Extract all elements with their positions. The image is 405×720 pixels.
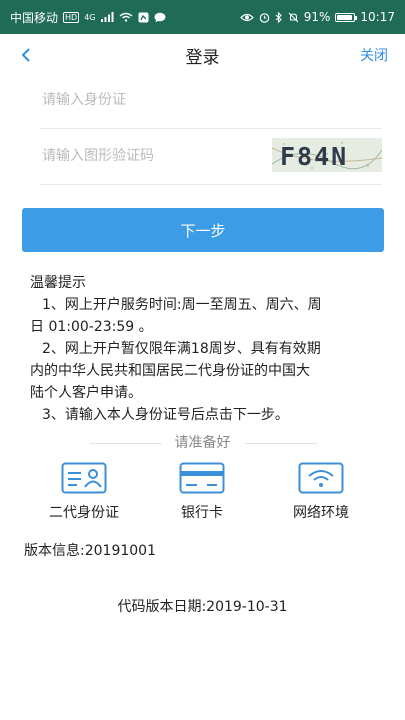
network-type: 4G: [84, 12, 96, 22]
bluetooth-icon: [275, 11, 283, 23]
tip-line: 1、网上开户服务时间:周一至周五、周六、周: [42, 297, 322, 313]
bank-card-icon: [179, 462, 225, 494]
id-number-field: [40, 72, 382, 129]
id-number-input[interactable]: [40, 91, 254, 109]
prepare-item-label: 网络环境: [293, 505, 349, 521]
status-bar: 中国移动 HD 4G 91% 10:17: [0, 0, 405, 34]
alarm-icon: [259, 12, 270, 23]
tip-line: 内的中华人民共和国居民二代身份证的中国大: [30, 363, 310, 379]
captcha-image[interactable]: F84N: [272, 138, 382, 172]
mute-bell-icon: [288, 12, 299, 23]
next-step-button[interactable]: 下一步: [22, 208, 384, 252]
prepare-item-bank-card: 银行卡: [152, 462, 252, 522]
prepare-header: 请准备好: [0, 432, 405, 454]
carrier-label: 中国移动: [10, 10, 59, 25]
prepare-item-id-card: 二代身份证: [34, 462, 134, 522]
prepare-item-label: 银行卡: [181, 505, 223, 521]
wifi-status-icon: [119, 12, 133, 22]
wifi-icon: [298, 462, 344, 494]
chevron-left-icon[interactable]: [14, 43, 38, 67]
prepare-item-network: 网络环境: [271, 462, 371, 522]
signal-icon: [100, 12, 114, 22]
page-title: 登录: [185, 47, 220, 68]
eye-icon: [239, 13, 254, 22]
divider: [245, 443, 317, 444]
nav-bar: 登录 关闭: [0, 34, 405, 76]
battery-percent: 91%: [303, 10, 331, 24]
close-button[interactable]: 关闭: [360, 45, 388, 65]
message-icon: [154, 12, 166, 23]
version-info: 版本信息:20191001: [24, 543, 156, 559]
tip-line: 3、请输入本人身份证号后点击下一步。: [42, 407, 289, 423]
id-card-icon: [61, 462, 107, 494]
tip-line: 陆个人客户申请。: [30, 385, 142, 401]
captcha-input[interactable]: [40, 147, 254, 165]
hd-badge: HD: [63, 11, 80, 23]
captcha-field: F84N: [40, 128, 382, 185]
prepare-title: 请准备好: [174, 435, 231, 451]
clock: 10:17: [360, 10, 395, 24]
captcha-text: F84N: [280, 142, 348, 171]
tips-section: 温馨提示 1、网上开户服务时间:周一至周五、周六、周 日 01:00-23:59…: [30, 272, 375, 426]
battery-icon: [335, 12, 358, 22]
tips-title: 温馨提示: [30, 275, 86, 291]
tip-line: 2、网上开户暂仅限年满18周岁、具有有效期: [42, 341, 321, 357]
code-version-date: 代码版本日期:2019-10-31: [117, 599, 288, 615]
tip-line: 日 01:00-23:59 。: [30, 319, 153, 335]
prepare-item-label: 二代身份证: [49, 505, 119, 521]
app-notification-icon: [138, 12, 149, 23]
